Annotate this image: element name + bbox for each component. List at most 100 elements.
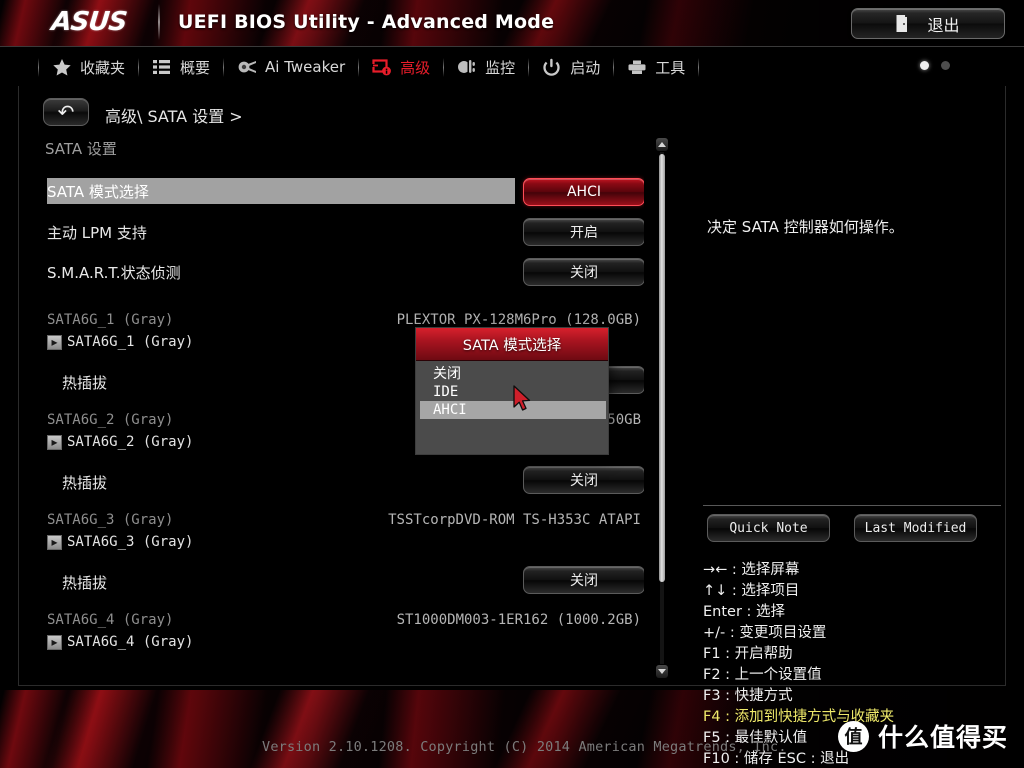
page-dot-1[interactable] — [920, 61, 929, 70]
scroll-up-arrow[interactable] — [656, 138, 668, 151]
star-icon — [52, 58, 72, 76]
nav-item-advanced-label: 高级 — [400, 58, 431, 77]
section-title: SATA 设置 — [45, 140, 117, 158]
port-sub-item-4[interactable]: ▸ SATA6G_4 (Gray) — [47, 634, 193, 650]
page-title: UEFI BIOS Utility - Advanced Mode — [178, 11, 555, 33]
setting-label-aggressive-lpm: 主动 LPM 支持 — [47, 224, 147, 242]
setting-value-sata-mode-label: AHCI — [566, 184, 601, 200]
dropdown-option-ahci[interactable]: AHCI — [420, 401, 606, 419]
nav-item-advanced[interactable]: 高级 — [359, 47, 443, 87]
back-arrow-icon: ↶ — [57, 100, 75, 124]
port-sub-item-3[interactable]: ▸ SATA6G_3 (Gray) — [47, 534, 193, 550]
port-device-4: ST1000DM003-1ER162 (1000.2GB) — [396, 612, 641, 628]
hotplug-value-2-label: 关闭 — [570, 473, 598, 489]
nav-item-favorites-label: 收藏夹 — [80, 58, 126, 77]
back-button[interactable]: ↶ — [43, 98, 89, 126]
setting-row-sata-mode[interactable]: SATA 模式选择 AHCI — [20, 178, 644, 208]
tweak-icon — [237, 58, 257, 76]
power-icon — [542, 58, 562, 76]
hotplug-value-3[interactable]: 关闭 — [523, 566, 644, 594]
chevron-right-icon: ▸ — [47, 634, 62, 650]
setting-label-sata-mode: SATA 模式选择 — [47, 183, 149, 201]
shortcut-line: F3 : 快捷方式 — [703, 688, 793, 704]
port-name-3: SATA6G_3 (Gray) — [47, 512, 174, 528]
nav-item-main[interactable]: 概要 — [139, 47, 223, 87]
page-dot-2[interactable] — [941, 61, 950, 70]
help-description: 决定 SATA 控制器如何操作。 — [707, 218, 904, 236]
help-panel: 决定 SATA 控制器如何操作。 Quick Note Last Modifie… — [691, 164, 1005, 767]
chevron-right-icon: ▸ — [47, 334, 62, 350]
bios-screen: ASUS UEFI BIOS Utility - Advanced Mode 退… — [0, 0, 1024, 768]
breadcrumb: 高级\ SATA 设置 > — [105, 107, 243, 126]
setting-value-smart[interactable]: 关闭 — [523, 258, 644, 286]
port-name-2: SATA6G_2 (Gray) — [47, 412, 174, 428]
tool-icon — [627, 58, 647, 76]
nav-separator — [698, 57, 700, 77]
setting-row-aggressive-lpm[interactable]: 主动 LPM 支持 开启 — [20, 218, 644, 248]
dropdown-option-disabled[interactable]: 关闭 — [420, 365, 606, 383]
help-buttons: Quick Note Last Modified — [707, 514, 977, 542]
title-divider — [158, 4, 160, 40]
nav-item-ai-tweaker[interactable]: Ai Tweaker — [224, 47, 358, 87]
scroll-thumb[interactable] — [659, 154, 665, 582]
shortcut-line: F1 : 开启帮助 — [703, 646, 793, 662]
last-modified-button[interactable]: Last Modified — [854, 514, 977, 542]
nav-item-ai-tweaker-label: Ai Tweaker — [265, 58, 346, 76]
quick-note-button-label: Quick Note — [729, 520, 808, 536]
nav-item-boot[interactable]: 启动 — [529, 47, 613, 87]
exit-button-label: 退出 — [927, 15, 960, 35]
quick-note-button[interactable]: Quick Note — [707, 514, 830, 542]
port-device-3: TSSTcorpDVD-ROM TS-H353C ATAPI — [388, 512, 641, 528]
port-sub-item-2[interactable]: ▸ SATA6G_2 (Gray) — [47, 434, 193, 450]
dropdown-option-ide[interactable]: IDE — [420, 383, 606, 401]
nav-item-favorites[interactable]: 收藏夹 — [39, 47, 138, 87]
dropdown-header: SATA 模式选择 — [416, 328, 608, 361]
scroll-down-arrow[interactable] — [656, 665, 668, 678]
watermark: 值 什么值得买 — [837, 718, 1008, 754]
port-sub-label-3: SATA6G_3 (Gray) — [67, 534, 194, 550]
shortcut-line: →← : 选择屏幕 — [703, 562, 800, 578]
help-divider — [703, 505, 1001, 506]
dropdown-title: SATA 模式选择 — [462, 337, 562, 354]
setting-value-aggressive-lpm[interactable]: 开启 — [523, 218, 644, 246]
nav-item-monitor[interactable]: 监控 — [444, 47, 528, 87]
shortcut-line: F2 : 上一个设置值 — [703, 667, 822, 683]
hotplug-label-2: 热插拔 — [62, 474, 108, 492]
exit-door-icon — [896, 15, 909, 32]
exit-button[interactable]: 退出 — [851, 8, 1005, 39]
setting-label-smart: S.M.A.R.T.状态侦测 — [47, 264, 181, 282]
hotplug-label-3: 热插拔 — [62, 574, 108, 592]
hotplug-value-3-label: 关闭 — [570, 573, 598, 589]
dropdown-options: 关闭 IDE AHCI — [420, 365, 606, 451]
port-sub-label-1: SATA6G_1 (Gray) — [67, 334, 194, 350]
shortcut-line: Enter : 选择 — [703, 604, 786, 620]
nav-item-monitor-label: 监控 — [485, 58, 516, 77]
title-bar: ASUS UEFI BIOS Utility - Advanced Mode 退… — [0, 0, 1024, 46]
chevron-right-icon: ▸ — [47, 534, 62, 550]
advanced-icon — [372, 58, 392, 76]
bios-version-text: Version 2.10.1208. Copyright (C) 2014 Am… — [262, 739, 787, 755]
last-modified-button-label: Last Modified — [864, 520, 967, 536]
watermark-badge-icon: 值 — [837, 720, 869, 752]
port-name-1: SATA6G_1 (Gray) — [47, 312, 174, 328]
settings-scrollbar[interactable] — [656, 138, 668, 678]
list-icon — [152, 58, 172, 76]
shortcut-line: ↑↓ : 选择项目 — [703, 583, 800, 599]
port-sub-item-1[interactable]: ▸ SATA6G_1 (Gray) — [47, 334, 193, 350]
port-sub-label-2: SATA6G_2 (Gray) — [67, 434, 194, 450]
nav-item-tool-label: 工具 — [655, 58, 686, 77]
port-name-4: SATA6G_4 (Gray) — [47, 612, 174, 628]
monitor-icon — [457, 58, 477, 76]
setting-row-smart[interactable]: S.M.A.R.T.状态侦测 关闭 — [20, 258, 644, 288]
chevron-right-icon: ▸ — [47, 434, 62, 450]
hotplug-label-1: 热插拔 — [62, 374, 108, 392]
sata-mode-dropdown: SATA 模式选择 关闭 IDE AHCI — [415, 327, 609, 455]
nav-item-main-label: 概要 — [180, 58, 211, 77]
shortcut-line: +/- : 变更项目设置 — [703, 625, 827, 641]
nav-items: 收藏夹 概要 Ai Tweaker 高级 监控 启动 工具 — [38, 47, 700, 87]
page-indicator — [920, 61, 950, 70]
setting-value-sata-mode[interactable]: AHCI — [523, 178, 644, 206]
nav-item-tool[interactable]: 工具 — [614, 47, 698, 87]
watermark-text: 什么值得买 — [877, 723, 1008, 752]
hotplug-value-2[interactable]: 关闭 — [523, 466, 644, 494]
